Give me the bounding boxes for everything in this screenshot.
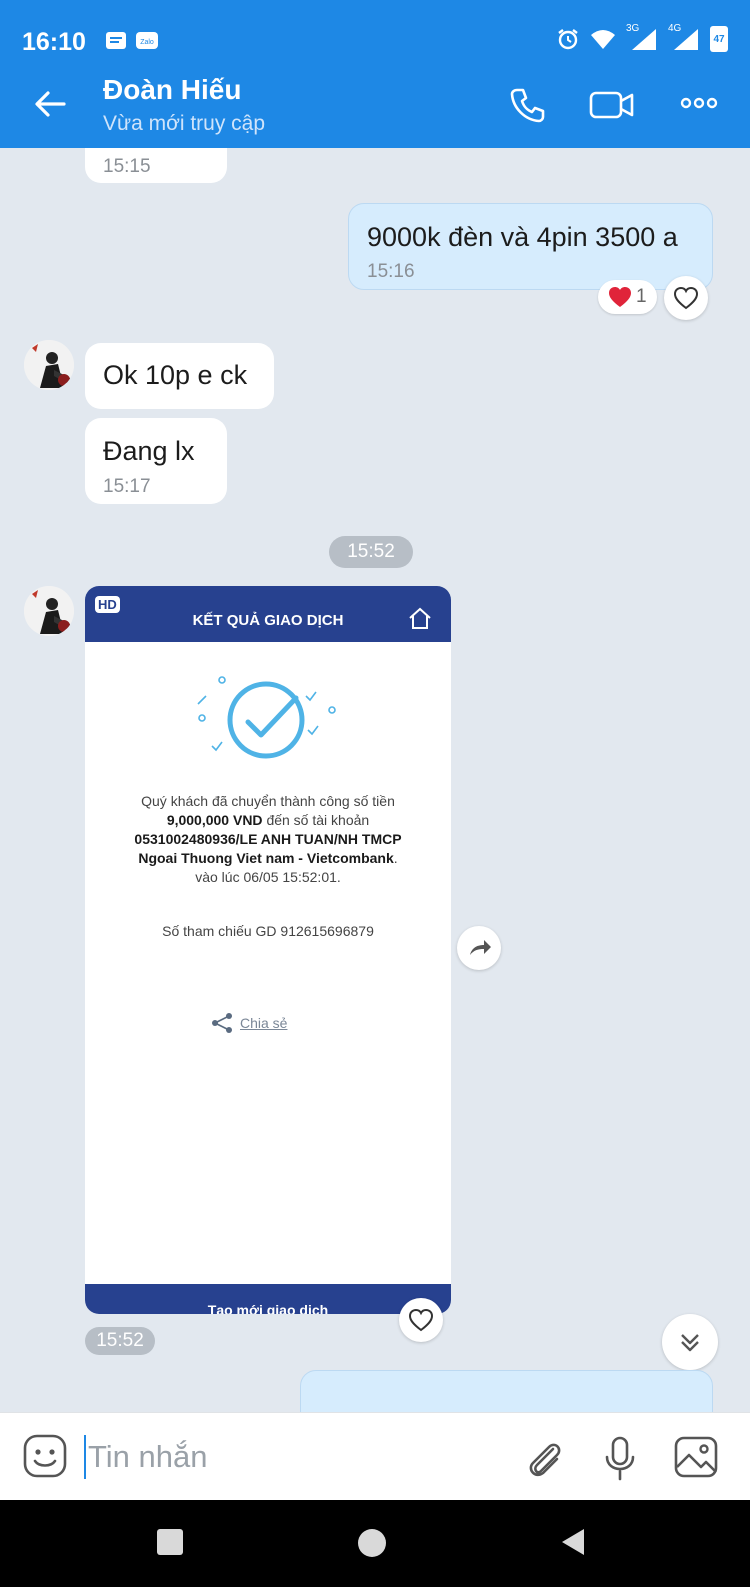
message-bubble[interactable]: Đang lx 15:17 — [85, 418, 227, 504]
forward-button[interactable] — [457, 926, 501, 970]
message-text: Ok 10p e ck — [103, 360, 248, 390]
back-button[interactable] — [560, 1527, 586, 1557]
receipt-line: Quý khách đã chuyển thành công số tiền — [141, 793, 395, 809]
double-chevron-down-icon — [681, 1334, 699, 1352]
image-message[interactable]: HD KẾT QUẢ GIAO DỊCH Quý khách đã chuyển… — [85, 586, 451, 1314]
receipt-reference: Số tham chiếu GD 912615696879 — [162, 923, 374, 939]
image-gallery-icon[interactable] — [673, 1435, 719, 1479]
status-time: 16:10 — [22, 28, 86, 56]
svg-text:Zalo: Zalo — [140, 39, 154, 46]
system-icons: 3G 4G 47 — [556, 23, 728, 52]
sticker-icon[interactable] — [22, 1433, 68, 1479]
back-arrow-icon[interactable] — [30, 84, 70, 124]
notification-icons: Zalo — [105, 30, 159, 52]
message-time: 15:16 — [367, 261, 415, 282]
reaction-badge[interactable]: 1 — [598, 280, 657, 314]
chat-header: Đoàn Hiếu Vừa mới truy cập — [0, 62, 750, 148]
hd-badge: HD — [95, 596, 120, 613]
video-call-icon[interactable] — [589, 86, 635, 124]
home-button[interactable] — [358, 1529, 386, 1557]
status-bar: 16:10 Zalo 3G 4G 47 — [0, 0, 750, 62]
reaction-count: 1 — [636, 286, 647, 307]
react-button[interactable] — [399, 1298, 443, 1342]
contact-avatar[interactable] — [24, 586, 74, 636]
zalo-notification-icon: Zalo — [136, 32, 158, 49]
message-bubble[interactable]: Ok 10p e ck — [85, 343, 274, 409]
receipt-amount-line: 9,000,000 VND đến số tài khoản — [95, 811, 441, 830]
phone-call-icon[interactable] — [508, 86, 546, 124]
receipt-bank: Ngoai Thuong Viet nam - Vietcombank — [138, 850, 394, 866]
heart-outline-icon — [408, 1308, 434, 1332]
receipt-footer-text: Tạo mới giao dịch — [207, 1302, 329, 1314]
image-time: 15:52 — [85, 1327, 155, 1355]
wifi-icon — [591, 30, 615, 49]
time-divider: 15:52 — [329, 536, 413, 568]
scroll-down-button[interactable] — [662, 1314, 718, 1370]
microphone-icon[interactable] — [602, 1435, 638, 1481]
receipt-account: 0531002480936/LE ANH TUAN/NH TMCP — [134, 831, 402, 847]
share-icon — [212, 1013, 232, 1033]
signal-icon — [632, 29, 656, 50]
message-bubble[interactable]: 15:15 — [85, 148, 227, 183]
receipt-bank-line: Ngoai Thuong Viet nam - Vietcombank. — [95, 849, 441, 868]
avatar-image — [24, 586, 74, 636]
forward-arrow-icon — [470, 940, 491, 955]
signal-icon — [674, 29, 698, 50]
react-button[interactable] — [664, 276, 708, 320]
my-message-bubble[interactable]: 9000k đèn và 4pin 3500 a 15:16 — [348, 203, 713, 290]
share-label: Chia sẻ — [240, 1015, 288, 1031]
message-notification-icon — [106, 32, 126, 49]
message-time: 15:15 — [103, 156, 151, 177]
heart-outline-icon — [673, 286, 699, 310]
system-navigation-bar — [0, 1500, 750, 1587]
message-time: 15:17 — [103, 476, 151, 497]
receipt-title: KẾT QUẢ GIAO DỊCH — [192, 612, 344, 629]
attachment-icon[interactable] — [523, 1435, 567, 1481]
signal-4g: 4G — [668, 23, 700, 51]
receipt-timestamp: vào lúc 06/05 15:52:01. — [195, 869, 341, 885]
message-input[interactable]: Tin nhắn — [84, 1435, 504, 1479]
heart-reaction-icon — [609, 287, 631, 307]
success-check-icon — [197, 676, 336, 759]
contact-avatar[interactable] — [24, 340, 74, 390]
receipt-amount: 9,000,000 VND — [166, 812, 263, 828]
contact-name[interactable]: Đoàn Hiếu — [103, 74, 241, 106]
message-text: Đang lx — [103, 436, 195, 466]
receipt-bank-suffix: . — [393, 850, 398, 866]
chat-messages[interactable]: 15:15 9000k đèn và 4pin 3500 a 15:16 1 O… — [0, 148, 750, 1412]
alarm-icon — [558, 29, 578, 50]
recents-button[interactable] — [157, 1529, 183, 1555]
receipt-share: Chia sẻ — [210, 1012, 287, 1034]
contact-status: Vừa mới truy cập — [103, 112, 266, 135]
my-message-bubble[interactable] — [300, 1370, 713, 1412]
battery-icon: 47 — [710, 26, 728, 52]
more-options-icon[interactable] — [680, 96, 718, 110]
home-icon — [409, 607, 431, 629]
signal-3g: 3G — [626, 23, 658, 51]
message-text: 9000k đèn và 4pin 3500 a — [367, 222, 678, 252]
receipt-line: đến số tài khoản — [266, 812, 370, 828]
avatar-image — [24, 340, 74, 390]
message-composer: Tin nhắn — [0, 1412, 750, 1500]
